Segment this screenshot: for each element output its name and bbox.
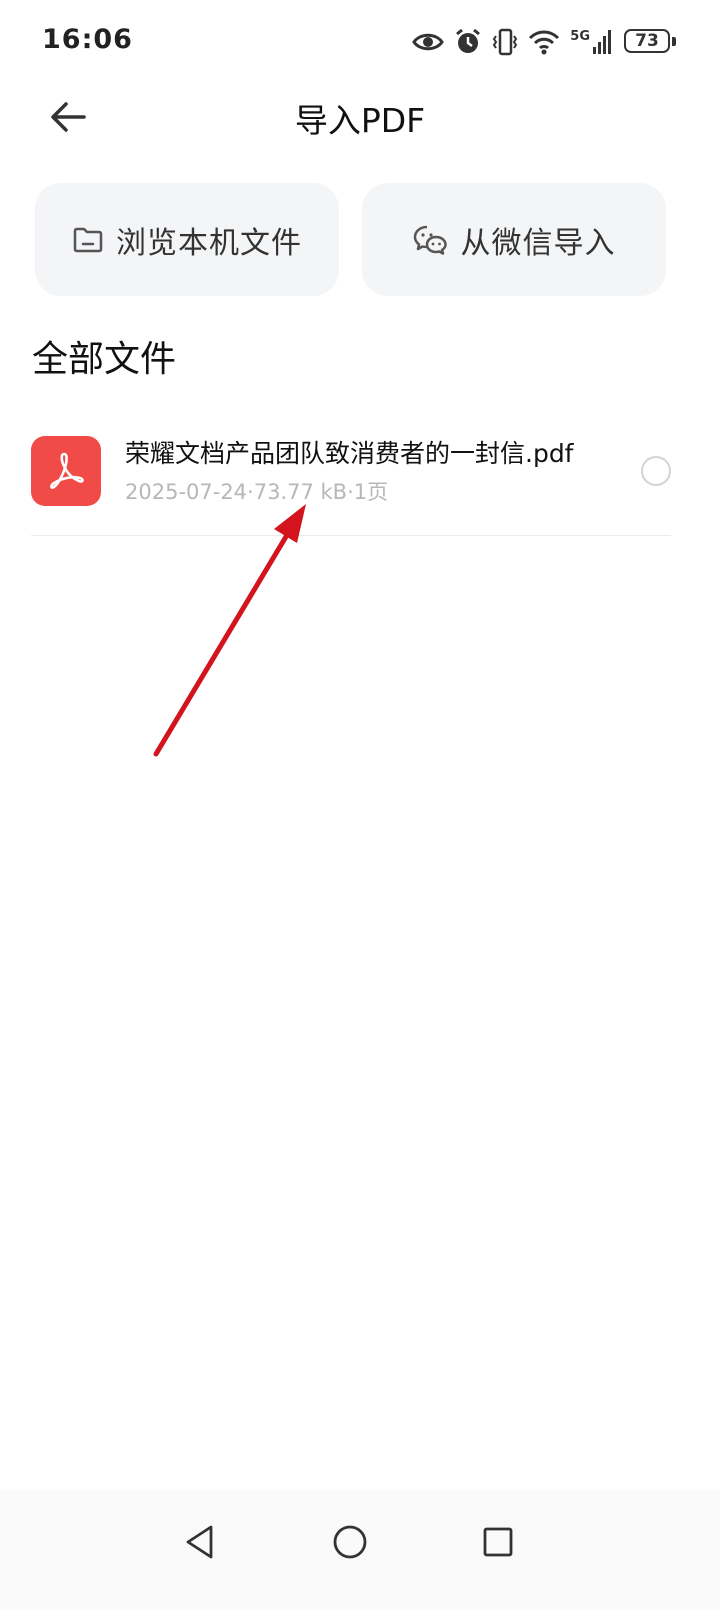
battery-level: 73 [624,29,670,53]
browse-local-files-label: 浏览本机文件 [116,225,302,261]
section-title-all-files: 全部文件 [32,339,177,380]
nav-back-icon [186,1525,213,1559]
wechat-icon [413,225,447,255]
file-meta: 2025-07-24·73.77 kB·1页 [125,480,389,504]
nav-recents-icon [483,1527,513,1557]
alarm-icon [456,28,481,53]
nav-back-button[interactable] [170,1512,230,1572]
import-from-wechat-button[interactable]: 从微信导入 [362,183,666,296]
nav-home-icon [333,1525,367,1559]
status-icons: 5G 73 [412,24,676,60]
vibrate-icon [493,28,518,56]
folder-icon [73,227,103,252]
status-time: 16:06 [42,24,133,55]
file-select-radio[interactable] [641,456,671,486]
import-from-wechat-label: 从微信导入 [460,225,616,261]
file-name: 荣耀文档产品团队致消费者的一封信.pdf [125,439,574,468]
network-type: 5G [570,29,614,55]
eye-icon [412,33,445,51]
browse-local-files-button[interactable]: 浏览本机文件 [35,183,339,296]
file-list-item[interactable]: 荣耀文档产品团队致消费者的一封信.pdf 2025-07-24·73.77 kB… [31,410,671,536]
battery-icon: 73 [624,27,676,57]
status-bar: 16:06 5G 73 [0,0,720,84]
page-title: 导入PDF [294,101,426,140]
nav-home-button[interactable] [320,1512,380,1572]
pdf-icon [31,436,101,506]
system-nav-bar [0,1490,720,1610]
nav-recents-button[interactable] [468,1512,528,1572]
signal-icon [593,30,611,54]
wifi-icon [529,30,560,55]
